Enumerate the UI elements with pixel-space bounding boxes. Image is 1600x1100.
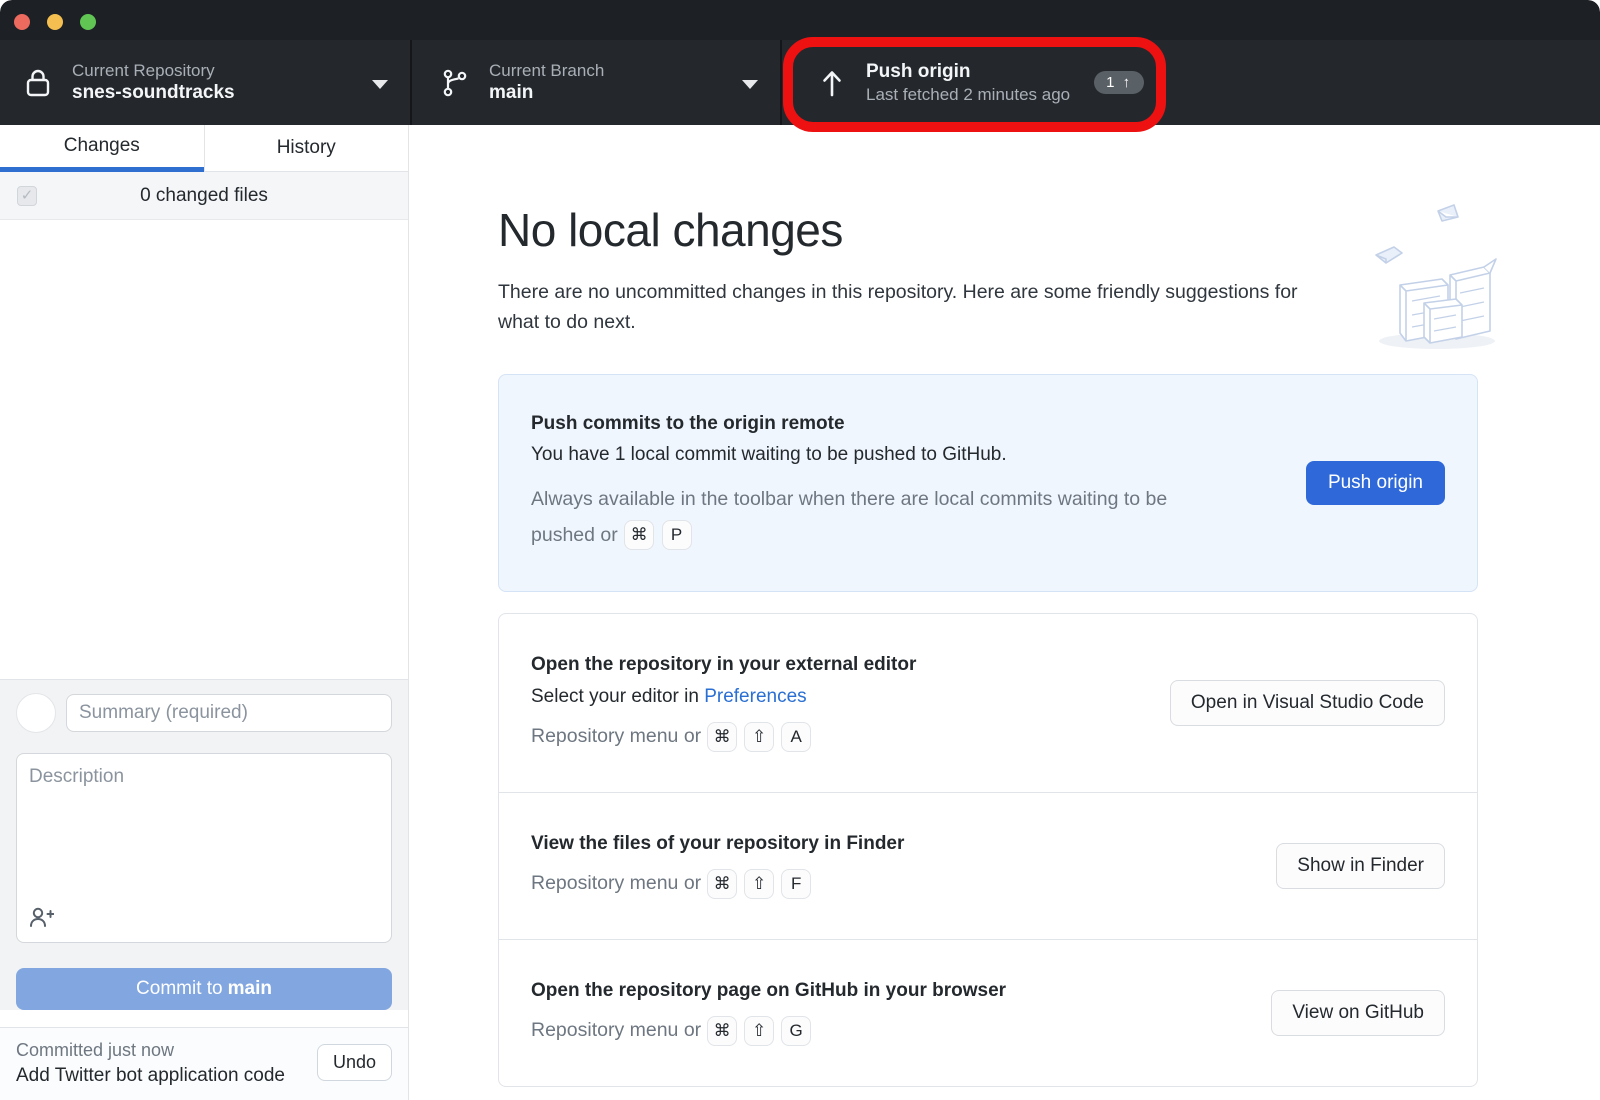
app-window: Current Repository snes-soundtracks Curr…: [0, 0, 1600, 1100]
toolbar: Current Repository snes-soundtracks Curr…: [0, 40, 1600, 125]
page-subtitle: There are no uncommitted changes in this…: [498, 277, 1338, 337]
titlebar: [0, 0, 1600, 40]
push-origin-subtitle: Last fetched 2 minutes ago: [866, 84, 1070, 105]
lock-icon: [20, 68, 56, 98]
branch-name: main: [489, 81, 604, 105]
tab-history[interactable]: History: [204, 125, 409, 172]
ahead-count-badge: 1 ↑: [1094, 71, 1144, 94]
suggestions-panel: Open the repository in your external edi…: [498, 613, 1478, 1087]
git-branch-icon: [437, 67, 473, 99]
current-branch-dropdown[interactable]: Current Branch main: [412, 40, 782, 125]
push-origin-toolbar-button[interactable]: Push origin Last fetched 2 minutes ago 1…: [782, 40, 1182, 125]
p-key: P: [662, 520, 692, 550]
branch-label: Current Branch: [489, 60, 604, 81]
last-commit-message: Add Twitter bot application code: [16, 1063, 285, 1090]
push-panel-title: Push commits to the origin remote: [531, 413, 1306, 435]
zoom-window-button[interactable]: [80, 14, 96, 30]
chevron-down-icon: [372, 80, 388, 89]
undo-commit-bar: Committed just now Add Twitter bot appli…: [0, 1027, 408, 1100]
minimize-window-button[interactable]: [47, 14, 63, 30]
tab-changes[interactable]: Changes: [0, 125, 204, 172]
arrow-up-icon: [814, 68, 850, 98]
sidebar: Changes History ✓ 0 changed files: [0, 125, 409, 1100]
view-on-github-button[interactable]: View on GitHub: [1271, 990, 1445, 1036]
shift-key: ⇧: [744, 1016, 774, 1046]
main-panel: No local changes There are no uncommitte…: [409, 125, 1600, 1100]
commit-to-main-button[interactable]: Commit tomain: [16, 968, 392, 1010]
close-window-button[interactable]: [14, 14, 30, 30]
page-title: No local changes: [498, 203, 1478, 257]
avatar: [16, 693, 56, 733]
select-all-checkbox[interactable]: ✓: [17, 186, 37, 206]
repository-label: Current Repository: [72, 60, 235, 81]
repository-name: snes-soundtracks: [72, 81, 235, 105]
push-panel-line: You have 1 local commit waiting to be pu…: [531, 444, 1306, 466]
cmd-key: ⌘: [707, 869, 737, 899]
commit-status-text: Committed just now: [16, 1038, 285, 1063]
changes-list-empty: [0, 220, 408, 679]
undo-button[interactable]: Undo: [317, 1044, 392, 1081]
chevron-down-icon: [742, 80, 758, 89]
shift-key: ⇧: [744, 722, 774, 752]
add-coauthor-icon[interactable]: [28, 905, 54, 934]
push-origin-button[interactable]: Push origin: [1306, 461, 1445, 505]
commit-description-input[interactable]: [16, 753, 392, 943]
cmd-key: ⌘: [707, 1016, 737, 1046]
changed-files-count: 0 changed files: [0, 185, 408, 207]
changed-files-header: ✓ 0 changed files: [0, 172, 408, 220]
push-origin-title: Push origin: [866, 60, 1070, 84]
preferences-link[interactable]: Preferences: [704, 686, 806, 707]
commit-summary-input[interactable]: [66, 694, 392, 732]
cmd-key: ⌘: [624, 520, 654, 550]
f-key: F: [781, 869, 811, 899]
a-key: A: [781, 722, 811, 752]
paper-stack-illustration: [1372, 203, 1502, 353]
push-panel-hint: Always available in the toolbar when the…: [531, 482, 1231, 552]
open-in-vscode-button[interactable]: Open in Visual Studio Code: [1170, 680, 1445, 726]
suggestion-show-in-finder: View the files of your repository in Fin…: [499, 792, 1477, 939]
commit-form: Commit tomain: [0, 679, 408, 1010]
sidebar-tabs: Changes History: [0, 125, 408, 172]
cmd-key: ⌘: [707, 722, 737, 752]
push-commits-panel: Push commits to the origin remote You ha…: [498, 374, 1478, 591]
suggestion-open-editor: Open the repository in your external edi…: [499, 614, 1477, 792]
current-repository-dropdown[interactable]: Current Repository snes-soundtracks: [0, 40, 412, 125]
shift-key: ⇧: [744, 869, 774, 899]
show-in-finder-button[interactable]: Show in Finder: [1276, 843, 1445, 889]
g-key: G: [781, 1016, 811, 1046]
suggestion-view-on-github: Open the repository page on GitHub in yo…: [499, 939, 1477, 1086]
